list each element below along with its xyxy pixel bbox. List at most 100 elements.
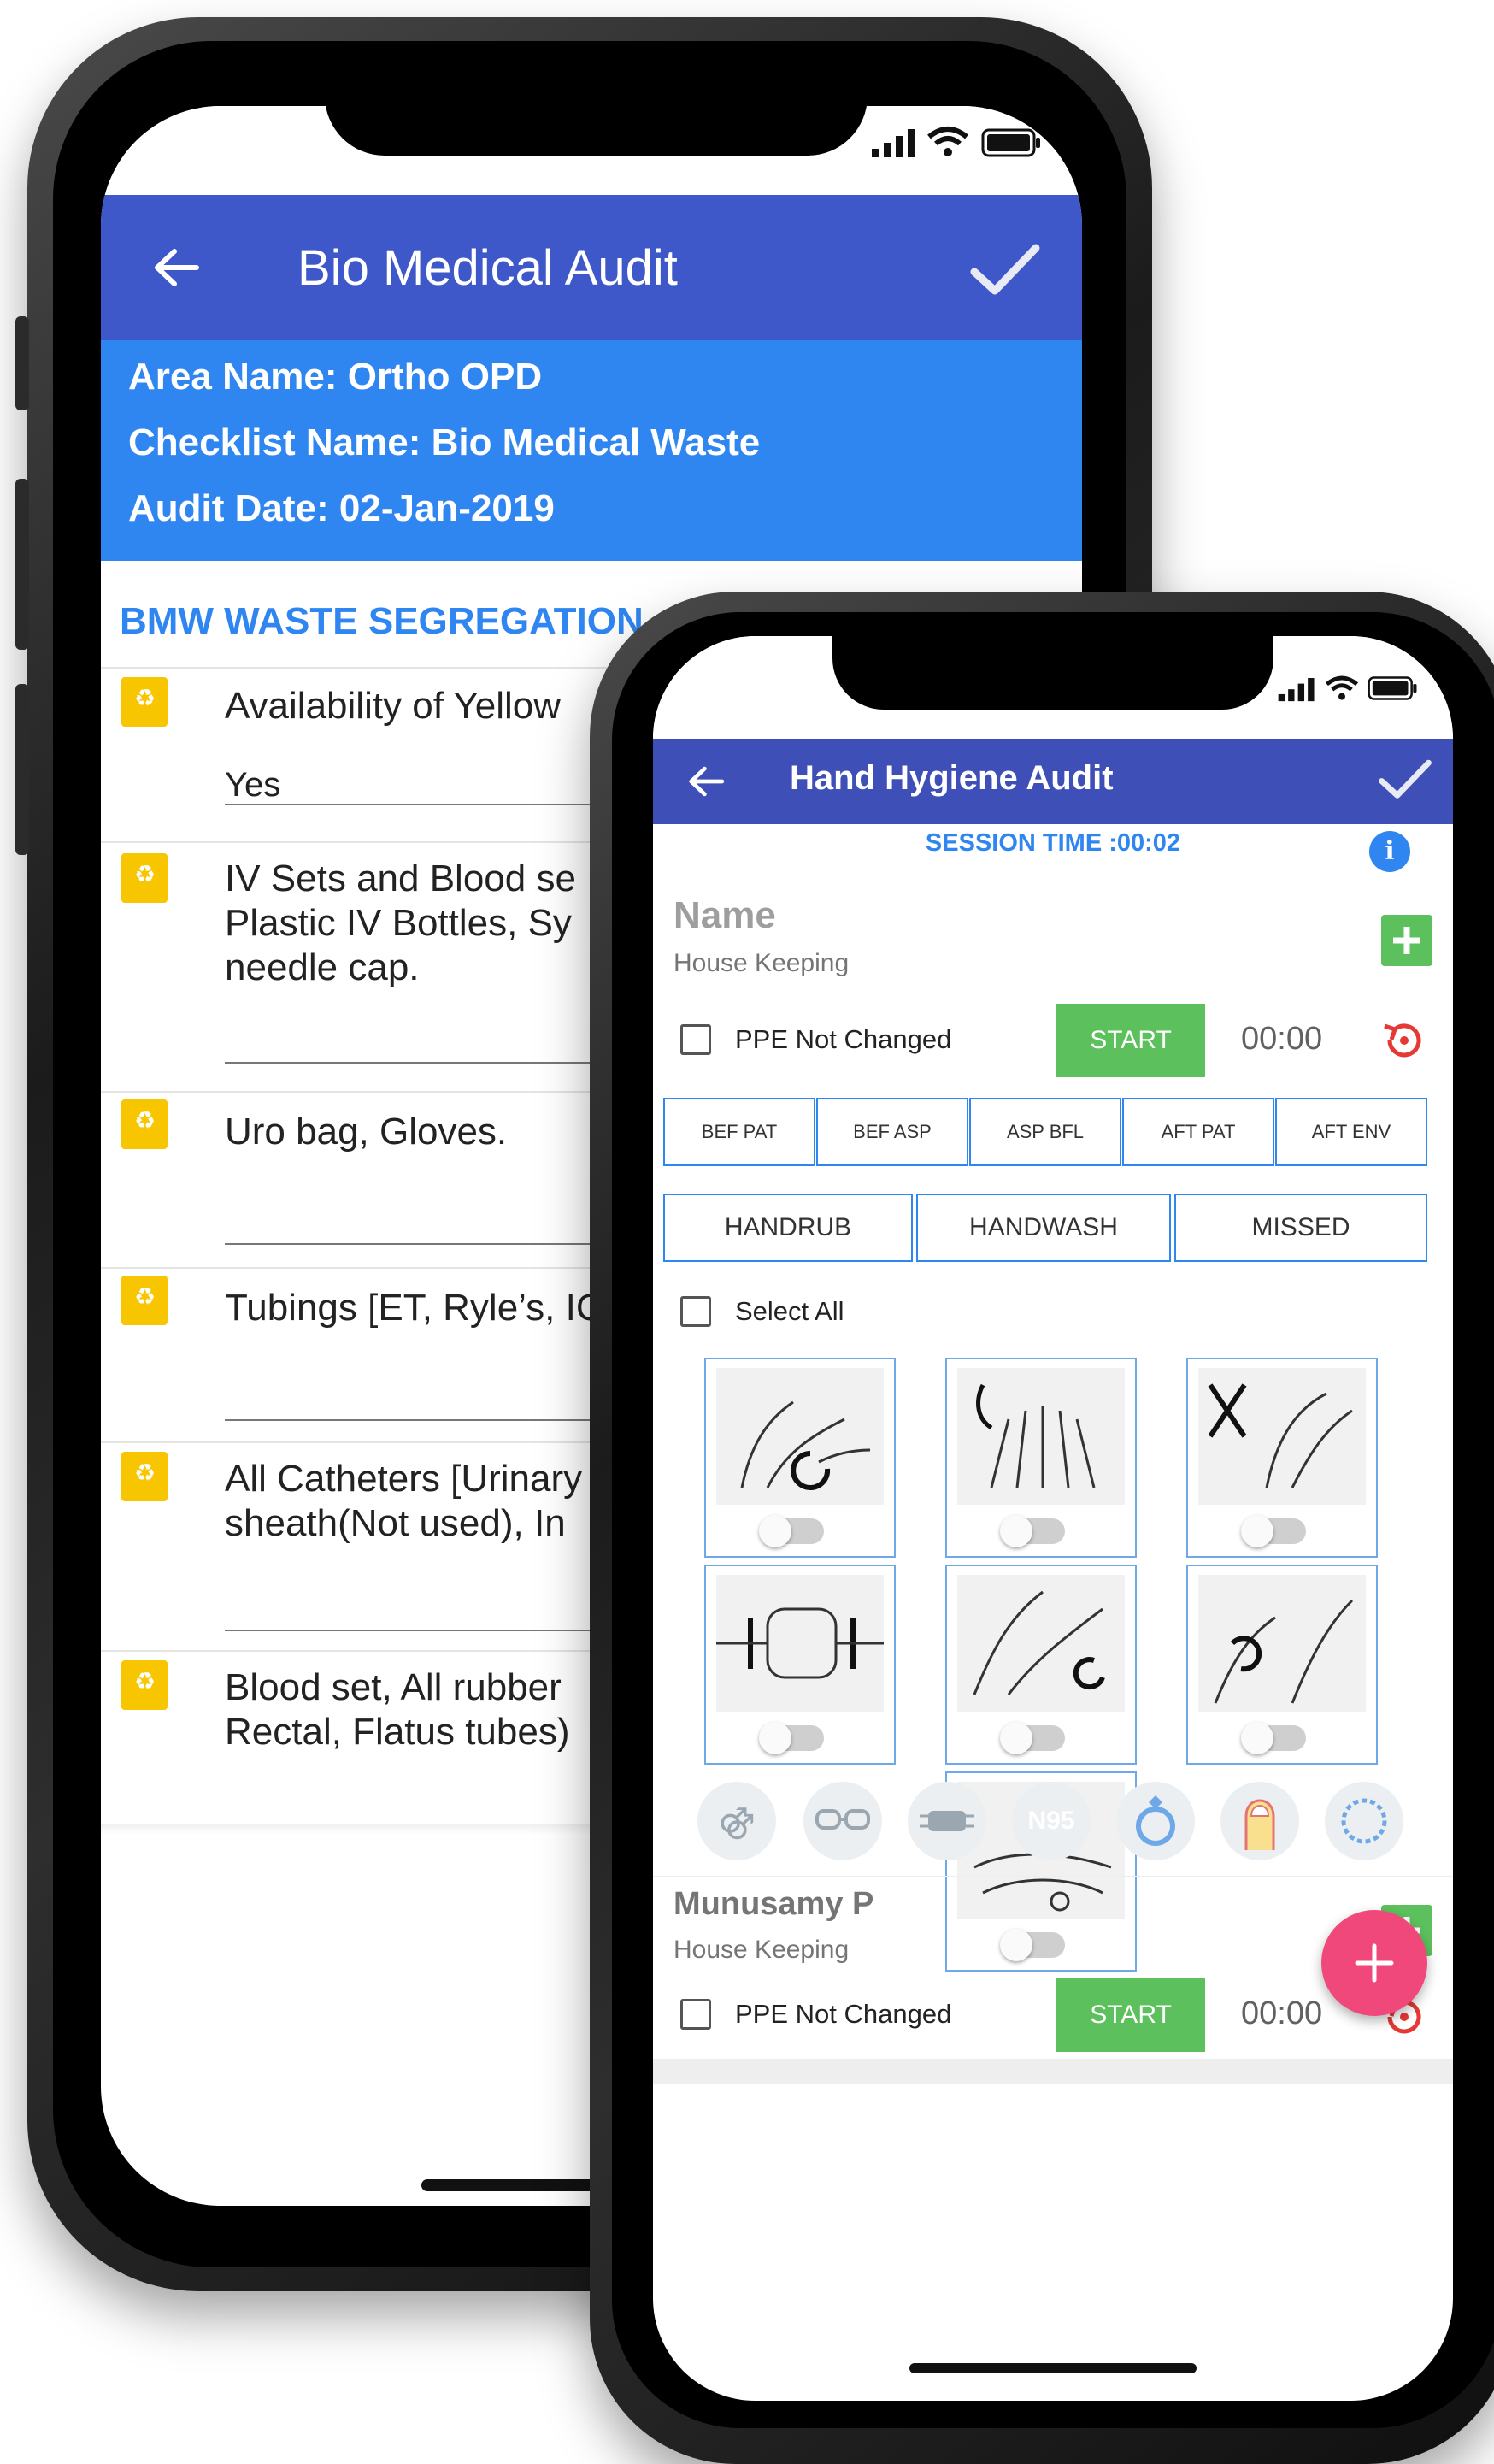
hand-step-card[interactable] bbox=[704, 1358, 896, 1558]
page-title: Hand Hygiene Audit bbox=[790, 759, 1114, 797]
auditee-role: House Keeping bbox=[673, 949, 850, 977]
interlaced-fingers-icon bbox=[1198, 1368, 1366, 1505]
moment-aft-pat-button[interactable]: AFT PAT bbox=[1122, 1098, 1274, 1166]
divider bbox=[653, 1876, 1453, 1877]
select-all-checkbox[interactable] bbox=[680, 1296, 711, 1327]
check-icon[interactable] bbox=[1378, 757, 1432, 802]
back-arrow-icon[interactable] bbox=[152, 246, 200, 289]
phone-back-volume-up bbox=[15, 479, 29, 650]
section-title: BMW WASTE SEGREGATION bbox=[120, 600, 644, 642]
n95-mask-icon[interactable]: N95 bbox=[1012, 1782, 1091, 1860]
yellow-bin-icon bbox=[121, 677, 168, 727]
rotational-thumb-icon bbox=[957, 1575, 1125, 1712]
info-icon[interactable]: i bbox=[1369, 831, 1410, 872]
step-toggle[interactable] bbox=[1000, 1722, 1065, 1754]
auditee-name: Name bbox=[673, 894, 776, 936]
step-toggle[interactable] bbox=[1000, 1929, 1065, 1961]
phone-front-notch bbox=[832, 624, 1273, 710]
session-time: SESSION TIME :00:02 bbox=[925, 829, 1181, 857]
timer: 00:00 bbox=[1241, 1995, 1323, 2031]
start-button[interactable]: START bbox=[1056, 1978, 1205, 2052]
ppe-not-changed-checkbox[interactable] bbox=[680, 1024, 711, 1055]
moment-asp-bfl-button[interactable]: ASP BFL bbox=[969, 1098, 1121, 1166]
phone-front-screen: Hand Hygiene Audit SESSION TIME :00:02 i… bbox=[653, 636, 1453, 2401]
ppe-not-changed-label: PPE Not Changed bbox=[735, 1999, 952, 2029]
hand-step-card[interactable] bbox=[945, 1565, 1137, 1765]
start-button[interactable]: START bbox=[1056, 1004, 1205, 1077]
item-text: Availability of Yellow bbox=[225, 685, 561, 727]
n95-label: N95 bbox=[1027, 1807, 1075, 1835]
step-toggle[interactable] bbox=[759, 1722, 824, 1754]
area-name: Area Name: Ortho OPD bbox=[128, 356, 543, 398]
check-icon[interactable] bbox=[969, 243, 1041, 298]
item-answer[interactable]: Yes bbox=[225, 763, 280, 807]
fingertips-icon bbox=[1198, 1575, 1366, 1712]
item-text-line2: Plastic IV Bottles, Sy bbox=[225, 902, 572, 944]
bracelet-icon[interactable] bbox=[1325, 1782, 1403, 1860]
item-text-line3: needle cap. bbox=[225, 946, 420, 988]
plus-square-icon bbox=[1393, 927, 1420, 954]
reset-timer-icon[interactable] bbox=[1379, 1016, 1429, 1065]
yellow-bin-icon bbox=[121, 1099, 168, 1149]
phone-back-side-button bbox=[15, 316, 29, 410]
item-text-line2: sheath(Not used), In bbox=[225, 1502, 566, 1544]
nail-icon[interactable] bbox=[1220, 1782, 1299, 1860]
hand-step-card[interactable] bbox=[945, 1358, 1137, 1558]
hand-step-card[interactable] bbox=[1186, 1565, 1378, 1765]
palm-to-palm-icon bbox=[716, 1368, 884, 1505]
step-toggle[interactable] bbox=[1241, 1722, 1306, 1754]
ppe-not-changed-checkbox[interactable] bbox=[680, 1999, 711, 2030]
hand-step-card[interactable] bbox=[704, 1565, 896, 1765]
back-arrow-icon[interactable] bbox=[687, 764, 725, 799]
hand-step-card[interactable] bbox=[1186, 1358, 1378, 1558]
item-text: Tubings [ET, Ryle’s, IC bbox=[225, 1287, 603, 1329]
back-of-hands-icon bbox=[957, 1368, 1125, 1505]
item-text-line2: Rectal, Flatus tubes) bbox=[225, 1711, 570, 1753]
add-person-button[interactable] bbox=[1381, 915, 1432, 966]
auditee-role: House Keeping bbox=[673, 1936, 850, 1964]
step-toggle[interactable] bbox=[1241, 1515, 1306, 1547]
step-toggle[interactable] bbox=[1000, 1515, 1065, 1547]
yellow-bin-icon bbox=[121, 1660, 168, 1710]
checklist-name: Checklist Name: Bio Medical Waste bbox=[128, 421, 761, 463]
yellow-bin-icon bbox=[121, 853, 168, 903]
select-all-label: Select All bbox=[735, 1296, 844, 1326]
ppe-not-changed-label: PPE Not Changed bbox=[735, 1024, 952, 1054]
item-text: All Catheters [Urinary bbox=[225, 1458, 583, 1500]
moment-bef-pat-button[interactable]: BEF PAT bbox=[663, 1098, 815, 1166]
backs-of-fingers-icon bbox=[716, 1575, 884, 1712]
wifi-icon bbox=[1325, 675, 1359, 700]
handrub-button[interactable]: HANDRUB bbox=[663, 1194, 913, 1262]
add-fab[interactable] bbox=[1321, 1910, 1427, 2016]
audit-info-band: Area Name: Ortho OPD Checklist Name: Bio… bbox=[101, 340, 1082, 561]
plus-icon bbox=[1355, 1943, 1394, 1983]
app-bar: Bio Medical Audit bbox=[101, 195, 1082, 340]
surgical-mask-icon[interactable] bbox=[908, 1782, 986, 1860]
moment-aft-env-button[interactable]: AFT ENV bbox=[1275, 1098, 1427, 1166]
bottom-shade bbox=[653, 2059, 1453, 2084]
wifi-icon bbox=[927, 127, 968, 156]
yellow-bin-icon bbox=[121, 1276, 168, 1325]
signal-bars-icon bbox=[872, 129, 915, 157]
step-toggle[interactable] bbox=[759, 1515, 824, 1547]
goggles-icon[interactable] bbox=[803, 1782, 882, 1860]
handwash-button[interactable]: HANDWASH bbox=[916, 1194, 1171, 1262]
ring-icon[interactable] bbox=[1116, 1782, 1195, 1860]
battery-icon bbox=[981, 128, 1040, 157]
page-title: Bio Medical Audit bbox=[297, 240, 678, 296]
timer: 00:00 bbox=[1241, 1021, 1323, 1057]
yellow-bin-icon bbox=[121, 1452, 168, 1501]
phone-back-volume-down bbox=[15, 684, 29, 855]
signal-bars-icon bbox=[1278, 678, 1315, 702]
apron-icon[interactable]: ⚣ bbox=[697, 1782, 776, 1860]
missed-button[interactable]: MISSED bbox=[1174, 1194, 1427, 1262]
item-text: IV Sets and Blood se bbox=[225, 858, 576, 899]
home-indicator bbox=[909, 2363, 1197, 2373]
moment-bef-asp-button[interactable]: BEF ASP bbox=[816, 1098, 968, 1166]
battery-icon bbox=[1368, 676, 1417, 700]
item-text: Blood set, All rubber bbox=[225, 1666, 562, 1708]
item-text: Uro bag, Gloves. bbox=[225, 1111, 508, 1152]
phone-back-notch bbox=[325, 53, 868, 156]
audit-date: Audit Date: 02-Jan-2019 bbox=[128, 487, 555, 529]
auditee-name: Munusamy P bbox=[673, 1886, 874, 1922]
